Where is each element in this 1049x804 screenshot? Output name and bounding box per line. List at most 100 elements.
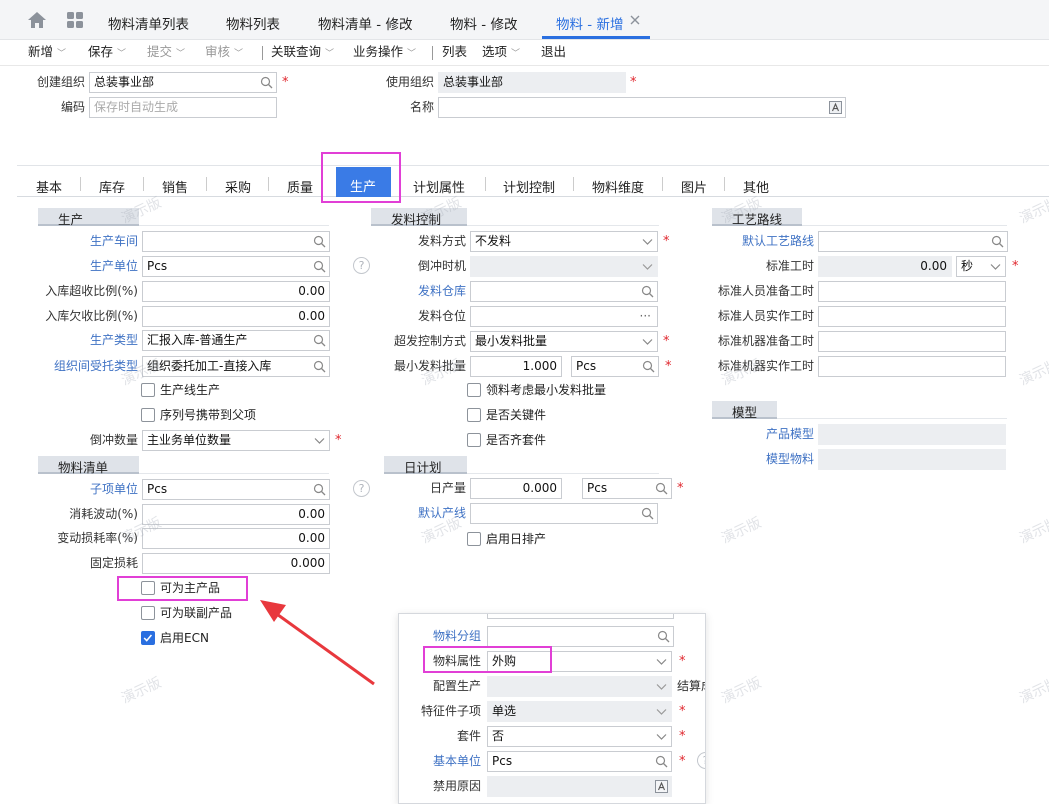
model-material-label[interactable]: 模型物料: [700, 449, 814, 469]
base-unit-label[interactable]: 基本单位: [409, 751, 481, 771]
kit-select[interactable]: 否: [487, 726, 672, 747]
material-group-input[interactable]: [487, 626, 674, 647]
home-icon[interactable]: [27, 10, 47, 30]
variable-loss-label: 变动损耗率(%): [57, 531, 138, 545]
section-production: 生产: [38, 208, 139, 227]
std-time-field: 0.00: [818, 256, 952, 277]
backflush-qty-select[interactable]: 主业务单位数量: [142, 430, 330, 451]
toolbar-divider: [432, 46, 433, 60]
inter-org-input[interactable]: 组织委托加工-直接入库: [142, 356, 330, 377]
std-time-unit-select[interactable]: 秒: [956, 256, 1006, 277]
labor-prep-input[interactable]: [818, 281, 1006, 302]
issue-location-input[interactable]: ···: [470, 306, 658, 327]
tab-plan-attr[interactable]: 计划属性: [413, 177, 465, 196]
consider-min-checkbox[interactable]: [467, 383, 481, 397]
highlight-box: [423, 646, 552, 673]
line-prod-checkbox[interactable]: [141, 383, 155, 397]
related-query-button[interactable]: 关联查询 ﹀: [271, 41, 334, 63]
search-icon: [642, 360, 655, 373]
prod-unit-label[interactable]: 生产单位: [30, 256, 138, 276]
daily-output-input[interactable]: 0.000: [470, 478, 562, 499]
tab-sales[interactable]: 销售: [162, 177, 188, 196]
issue-method-select[interactable]: 不发料: [470, 231, 658, 252]
over-ratio-label: 入库超收比例(%): [45, 284, 138, 298]
default-line-label[interactable]: 默认产线: [370, 503, 466, 523]
submit-button[interactable]: 提交 ﹀: [147, 41, 185, 63]
tab-other[interactable]: 其他: [743, 177, 769, 196]
over-ratio-input[interactable]: 0.00: [142, 281, 330, 302]
tab-plan-control[interactable]: 计划控制: [503, 177, 555, 196]
machine-actual-input[interactable]: [818, 356, 1006, 377]
tab-dimension[interactable]: 物料维度: [592, 177, 644, 196]
under-ratio-input[interactable]: 0.00: [142, 306, 330, 327]
prod-type-input[interactable]: 汇报入库-普通生产: [142, 330, 330, 351]
min-batch-unit-input[interactable]: Pcs: [571, 356, 659, 377]
config-prod-label: 配置生产: [432, 679, 481, 693]
over-control-select[interactable]: 最小发料批量: [470, 331, 658, 352]
new-button[interactable]: 新增 ﹀: [28, 41, 66, 63]
labor-actual-label: 标准人员实作工时: [717, 309, 814, 323]
save-button[interactable]: 保存 ﹀: [88, 41, 126, 63]
list-button[interactable]: 列表: [442, 41, 467, 63]
exit-button[interactable]: 退出: [541, 41, 566, 63]
tab-material-edit[interactable]: 物料 - 修改: [450, 13, 517, 33]
tab-material-new[interactable]: 物料 - 新增: [556, 13, 623, 33]
prod-unit-input[interactable]: Pcs: [142, 256, 330, 277]
workshop-input[interactable]: [142, 231, 330, 252]
workshop-label[interactable]: 生产车间: [30, 231, 138, 251]
material-group-label[interactable]: 物料分组: [409, 626, 481, 646]
inter-org-label[interactable]: 组织间受托类型: [20, 356, 138, 376]
serial-carry-checkbox[interactable]: [141, 408, 155, 422]
min-batch-input[interactable]: 1.000: [470, 356, 562, 377]
toolbar: 新增 ﹀ 保存 ﹀ 提交 ﹀ 审核 ﹀ 关联查询 ﹀ 业务操作 ﹀ 列表 选项 ﹀ 退出: [0, 40, 1049, 66]
required-mark: *: [663, 234, 670, 249]
tab-inventory[interactable]: 库存: [99, 177, 125, 196]
search-icon: [313, 260, 326, 273]
business-ops-button[interactable]: 业务操作 ﹀: [353, 41, 416, 63]
close-icon[interactable]: [629, 14, 641, 26]
prod-type-label[interactable]: 生产类型: [30, 330, 138, 350]
create-org-input[interactable]: 总装事业部: [89, 72, 277, 93]
name-label: 名称: [409, 100, 434, 114]
consume-input[interactable]: 0.00: [142, 504, 330, 525]
tab-basic[interactable]: 基本: [36, 177, 62, 196]
tab-bom-list[interactable]: 物料清单列表: [108, 13, 189, 33]
disable-reason-field: [487, 776, 672, 797]
is-key-checkbox[interactable]: [467, 408, 481, 422]
labor-actual-input[interactable]: [818, 306, 1006, 327]
variable-loss-input[interactable]: 0.00: [142, 528, 330, 549]
machine-prep-input[interactable]: [818, 331, 1006, 352]
help-icon[interactable]: ?: [353, 480, 370, 497]
daily-output-label: 日产量: [429, 481, 466, 495]
tab-purchase[interactable]: 采购: [225, 177, 251, 196]
tab-bom-edit[interactable]: 物料清单 - 修改: [318, 13, 412, 33]
product-model-label[interactable]: 产品模型: [700, 424, 814, 444]
enable-ecn-checkbox[interactable]: [141, 631, 155, 645]
help-icon[interactable]: ?: [353, 257, 370, 274]
tab-quality[interactable]: 质量: [287, 177, 313, 196]
options-button[interactable]: 选项 ﹀: [482, 41, 520, 63]
name-input[interactable]: [438, 97, 846, 118]
daily-output-unit-input[interactable]: Pcs: [582, 478, 672, 499]
tab-material-list[interactable]: 物料列表: [226, 13, 280, 33]
is-kit-checkbox[interactable]: [467, 433, 481, 447]
default-line-input[interactable]: [470, 503, 658, 524]
audit-button[interactable]: 审核 ﹀: [205, 41, 243, 63]
issue-warehouse-label[interactable]: 发料仓库: [370, 281, 466, 301]
default-route-label[interactable]: 默认工艺路线: [700, 231, 814, 251]
co-product-checkbox[interactable]: [141, 606, 155, 620]
tab-image[interactable]: 图片: [681, 177, 707, 196]
over-control-label: 超发控制方式: [393, 334, 466, 348]
enable-daily-checkbox[interactable]: [467, 532, 481, 546]
grid-icon[interactable]: [65, 10, 85, 30]
default-route-input[interactable]: [818, 231, 1008, 252]
child-unit-label[interactable]: 子项单位: [30, 479, 138, 499]
fixed-loss-input[interactable]: 0.000: [142, 553, 330, 574]
issue-warehouse-input[interactable]: [470, 281, 658, 302]
disable-reason-label: 禁用原因: [432, 779, 481, 793]
help-icon[interactable]: ?: [697, 752, 705, 769]
child-unit-input[interactable]: Pcs: [142, 479, 330, 500]
base-unit-input[interactable]: Pcs: [487, 751, 672, 772]
code-input[interactable]: 保存时自动生成: [89, 97, 277, 118]
required-mark: *: [630, 75, 637, 90]
